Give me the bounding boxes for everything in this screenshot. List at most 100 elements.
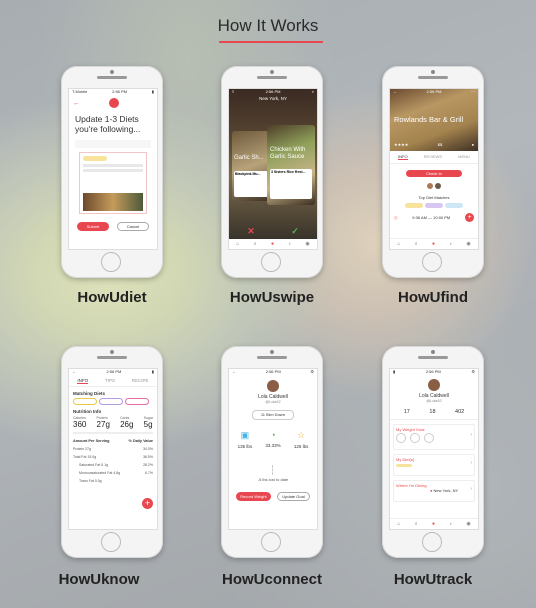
like-icon[interactable]: ✓ — [291, 226, 299, 237]
dish-card-front[interactable]: Chicken With Garlic Sauce 3 Sisters Rice… — [267, 125, 315, 205]
add-button[interactable]: + — [142, 498, 153, 509]
nav-bell-icon[interactable]: ♪ — [449, 241, 452, 247]
app-label-howudiet: HowUdiet — [77, 289, 147, 306]
swipe-screen: ≡ 2:56 PM ⌕ New York, NY Garlic Sh... Blac… — [228, 88, 318, 250]
dish-card-back[interactable]: Garlic Sh... Blackpink Mu... — [232, 131, 272, 201]
nutrition-row-value: 34.0% — [143, 447, 153, 451]
divider — [272, 465, 274, 475]
tab-recipe[interactable]: RECIPE — [132, 378, 149, 384]
row-label: My Weight Goal — [396, 427, 425, 432]
speaker — [418, 76, 448, 79]
phone-howuswipe[interactable]: ≡ 2:56 PM ⌕ New York, NY Garlic Sh... Blac… — [221, 66, 323, 278]
daily-value-label: % Daily Value — [128, 439, 153, 443]
bottom-nav: ⌂ ⌕ ● ♪ ◉ — [390, 238, 478, 249]
nav-search-icon[interactable]: ⌕ — [254, 241, 257, 247]
dining-row[interactable]: Where I'm Dining ● New York, NY › — [393, 480, 475, 502]
speaker — [97, 76, 127, 79]
app-label-howutrack: HowUtrack — [393, 571, 473, 588]
nav-home-icon[interactable]: ⌂ — [397, 521, 400, 527]
phone-howutrack[interactable]: ▮ 2:56 PM ⚙ Lola Caldwell @Lola92 17 18 40… — [382, 346, 484, 558]
nav-home-icon[interactable]: ⌂ — [397, 241, 400, 247]
count-value: 17 — [403, 409, 410, 415]
back-arrow-icon[interactable]: ← — [73, 100, 80, 107]
amount-per-serving: Amount Per Serving — [73, 439, 110, 443]
home-button[interactable] — [422, 532, 442, 552]
section-title: How It Works — [217, 16, 319, 35]
dislike-icon[interactable]: ✕ — [247, 226, 255, 237]
weight-goal-row[interactable]: My Weight Goal › — [393, 424, 475, 450]
avatar — [267, 380, 279, 392]
nav-profile-icon[interactable]: ◉ — [466, 241, 470, 247]
connect-screen: ← 2:56 PM ⚙ Lola Caldwell @Lola92 ⚖ Slim D… — [228, 368, 318, 530]
avatar — [427, 183, 433, 189]
diet-food-image — [83, 193, 143, 211]
tab-menu[interactable]: MENU — [458, 154, 470, 160]
nav-home-icon[interactable]: ⌂ — [236, 241, 239, 247]
nav-logo-icon[interactable]: ● — [432, 521, 435, 527]
diet-tag — [73, 398, 97, 405]
nav-profile-icon[interactable]: ◉ — [466, 521, 470, 527]
home-button[interactable] — [261, 532, 281, 552]
home-button[interactable] — [101, 532, 121, 552]
text-line — [83, 164, 143, 167]
progress-icon: ◔ — [270, 430, 276, 440]
diet-tag — [125, 398, 149, 405]
goal-label: Slim Down — [265, 412, 285, 417]
restaurant-image: ← 2:56 PM ⋯ Rowlands Bar & Grill ★★★★ $$ ● — [390, 89, 478, 151]
camera-icon — [431, 350, 435, 354]
record-weight-button[interactable]: Record Weight — [236, 492, 271, 501]
text-line — [83, 169, 143, 172]
restaurant-name: Rowlands Bar & Grill — [394, 115, 464, 124]
home-button[interactable] — [261, 252, 281, 272]
add-button[interactable]: + — [465, 213, 474, 222]
nutrient-calories: Calories 360 — [73, 416, 86, 429]
stat-progress: ◔ 33.33% — [265, 430, 280, 449]
stat-current: ▣ 135 lbs — [238, 430, 253, 449]
update-goal-button[interactable]: Update Goal — [277, 492, 310, 501]
know-screen: ← 2:56 PM ▮ INFO TIPS RECIPE Matching Diet… — [68, 368, 158, 530]
dish-back-card: Blackpink Mu... — [234, 171, 268, 197]
nav-logo-icon[interactable]: ● — [432, 241, 435, 247]
tab-info[interactable]: INFO — [77, 378, 89, 384]
diet-screen: T-Mobile 2:56 PM ▮ ← Update 1-3 Diets you'… — [68, 88, 158, 250]
phone-howuknow[interactable]: ← 2:56 PM ▮ INFO TIPS RECIPE Matching Diet… — [61, 346, 163, 558]
diets-row[interactable]: My Diet(s) › — [393, 454, 475, 476]
app-label-howuknow: HowUknow — [58, 571, 140, 588]
phone-howudiet[interactable]: T-Mobile 2:56 PM ▮ ← Update 1-3 Diets you'… — [61, 66, 163, 278]
home-button[interactable] — [101, 252, 121, 272]
nutrition-row: Saturated Fat 5.1g 28.2% — [69, 461, 157, 469]
diet-tag — [99, 398, 123, 405]
dish-back-card-title: Blackpink Mu... — [235, 172, 261, 176]
camera-icon — [110, 350, 114, 354]
nav-bell-icon[interactable]: ♪ — [449, 521, 452, 527]
diet-card[interactable] — [79, 152, 147, 214]
goal-pill: ⚖ Slim Down — [252, 410, 294, 420]
tab-tips[interactable]: TIPS — [105, 378, 115, 384]
camera-icon — [110, 70, 114, 74]
submit-button[interactable]: Submit — [76, 222, 110, 231]
dish-front-card-title: 3 Sisters Rice Rest... — [271, 170, 306, 174]
nutrition-row-value: 28.2% — [143, 463, 153, 467]
tab-reviews[interactable]: REVIEWS — [424, 154, 442, 160]
row-value: New York, NY — [433, 488, 459, 493]
nav-search-icon[interactable]: ⌕ — [415, 241, 418, 247]
nav-profile-icon[interactable]: ◉ — [305, 241, 309, 247]
phone-howufind[interactable]: ← 2:56 PM ⋯ Rowlands Bar & Grill ★★★★ $$ ● I… — [382, 66, 484, 278]
diet-tag — [396, 464, 412, 467]
find-screen: ← 2:56 PM ⋯ Rowlands Bar & Grill ★★★★ $$ ● I… — [389, 88, 479, 250]
nutrition-row: Monounsaturated Fat 4.8g 6.7% — [69, 469, 157, 477]
goal-icon: ⚖ — [261, 412, 265, 417]
logo-icon — [108, 98, 119, 108]
nutrient-value: 360 — [73, 420, 87, 429]
row-label: My Diet(s) — [396, 457, 415, 462]
cancel-button[interactable]: Cancel — [116, 222, 150, 231]
tab-info[interactable]: INFO — [398, 154, 408, 160]
phone-howuconnect[interactable]: ← 2:56 PM ⚙ Lola Caldwell @Lola92 ⚖ Slim D… — [221, 346, 323, 558]
home-button[interactable] — [422, 252, 442, 272]
check-in-button[interactable]: Check In — [406, 170, 462, 177]
diet-tag — [445, 203, 463, 208]
nav-bell-icon[interactable]: ♪ — [288, 241, 291, 247]
nav-search-icon[interactable]: ⌕ — [415, 521, 418, 527]
count-value: 402 — [455, 409, 465, 415]
nav-logo-icon[interactable]: ● — [271, 241, 274, 247]
